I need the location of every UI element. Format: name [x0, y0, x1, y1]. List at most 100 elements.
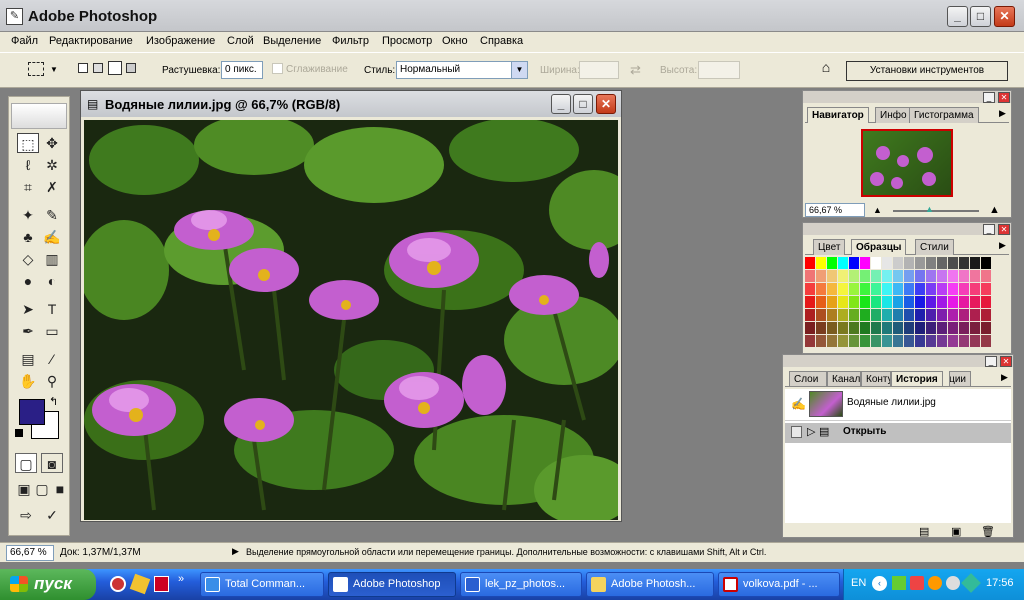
zoom-tool-icon[interactable]: ⚲ [41, 371, 63, 391]
menu-help[interactable]: Справка [480, 35, 523, 47]
color-swatch[interactable] [849, 335, 859, 347]
color-swatch[interactable] [893, 322, 903, 334]
color-swatch[interactable] [948, 296, 958, 308]
color-swatch[interactable] [937, 283, 947, 295]
panel-close-button[interactable]: ✕ [1000, 356, 1012, 367]
style-select[interactable]: Нормальный ▼ [396, 61, 528, 79]
jump-check-icon[interactable]: ✓ [41, 505, 63, 525]
path-select-icon[interactable]: ➤ [17, 299, 39, 319]
color-swatch[interactable] [882, 257, 892, 269]
zoom-out-icon[interactable]: ▲ [873, 205, 882, 215]
slice-tool-icon[interactable]: ✗ [41, 177, 63, 197]
add-selection-icon[interactable] [93, 63, 103, 73]
color-swatch[interactable] [937, 322, 947, 334]
new-snapshot-icon[interactable]: ▣ [951, 525, 961, 538]
color-swatch[interactable] [981, 335, 991, 347]
color-swatch[interactable] [959, 270, 969, 282]
task-adobe-photoshop-active[interactable]: Adobe Photoshop [328, 572, 456, 597]
antialias-checkbox[interactable] [272, 63, 283, 74]
color-swatch[interactable] [882, 270, 892, 282]
panel-menu-icon[interactable]: ▶ [999, 240, 1006, 251]
tab-info[interactable]: Инфо [875, 107, 912, 123]
color-swatch[interactable] [860, 257, 870, 269]
type-tool-icon[interactable]: T [41, 299, 63, 319]
eyedropper-icon[interactable]: ⁄ [41, 349, 63, 369]
color-swatch[interactable] [838, 296, 848, 308]
color-swatch[interactable] [816, 270, 826, 282]
color-swatch[interactable] [827, 335, 837, 347]
color-swatch[interactable] [926, 309, 936, 321]
color-swatch[interactable] [981, 296, 991, 308]
color-swatch[interactable] [904, 283, 914, 295]
swatch-grid[interactable] [805, 257, 997, 351]
rect-marquee-icon[interactable]: ⬚ [17, 133, 39, 153]
zoom-slider-track[interactable] [893, 210, 979, 212]
color-swatch[interactable] [937, 270, 947, 282]
color-swatch[interactable] [915, 296, 925, 308]
start-button[interactable]: пуск [0, 569, 96, 600]
tray-app2-icon[interactable] [946, 576, 960, 590]
tab-navigator[interactable]: Навигатор [807, 107, 869, 123]
color-swatch[interactable] [893, 283, 903, 295]
quicklaunch-app-icon[interactable] [129, 573, 151, 595]
status-menu-arrow-icon[interactable]: ▶ [232, 546, 239, 557]
lasso-tool-icon[interactable]: ℓ [17, 155, 39, 175]
color-swatch[interactable] [893, 335, 903, 347]
color-swatch[interactable] [948, 257, 958, 269]
panel-minimize-button[interactable]: _ [985, 356, 997, 367]
color-swatch[interactable] [849, 257, 859, 269]
color-swatch[interactable] [915, 335, 925, 347]
eraser-tool-icon[interactable]: ◇ [17, 249, 39, 269]
color-swatch[interactable] [860, 296, 870, 308]
color-swatch[interactable] [959, 309, 969, 321]
clone-stamp-icon[interactable]: ♣ [17, 227, 39, 247]
quicklaunch-opera-icon[interactable] [110, 576, 126, 592]
tab-layers[interactable]: Слои [789, 371, 827, 386]
color-swatch[interactable] [805, 296, 815, 308]
color-swatch[interactable] [838, 309, 848, 321]
color-swatch[interactable] [970, 257, 980, 269]
color-swatch[interactable] [882, 296, 892, 308]
menu-file[interactable]: Файл [11, 35, 38, 47]
brush-tool-icon[interactable]: ✎ [41, 205, 63, 225]
color-swatch[interactable] [948, 322, 958, 334]
color-swatch[interactable] [816, 283, 826, 295]
panel-minimize-button[interactable]: _ [983, 224, 995, 235]
water-lilies-image[interactable] [84, 120, 618, 520]
menu-layer[interactable]: Слой [227, 35, 254, 47]
color-swatch[interactable] [926, 257, 936, 269]
menu-edit[interactable]: Редактирование [49, 35, 133, 47]
color-swatch[interactable] [915, 270, 925, 282]
color-swatch[interactable] [838, 335, 848, 347]
color-swatch[interactable] [816, 296, 826, 308]
new-document-from-state-icon[interactable]: ▤ [919, 525, 929, 538]
panel-close-button[interactable]: ✕ [998, 224, 1010, 235]
color-swatch[interactable] [959, 322, 969, 334]
jump-to-imageready-icon[interactable]: ⇨ [15, 505, 37, 525]
move-tool-icon[interactable]: ✥ [41, 133, 63, 153]
color-swatch[interactable] [838, 270, 848, 282]
tool-presets-button[interactable]: Установки инструментов [846, 61, 1008, 81]
color-swatch[interactable] [926, 270, 936, 282]
color-swatch[interactable] [948, 335, 958, 347]
color-swatch[interactable] [970, 309, 980, 321]
quicklaunch-save-icon[interactable] [154, 576, 169, 592]
history-brush-source-icon[interactable]: ✍ [791, 397, 806, 411]
new-selection-icon[interactable] [78, 63, 88, 73]
chevron-down-icon[interactable]: ▼ [50, 65, 58, 74]
color-swatch[interactable] [937, 335, 947, 347]
intersect-selection-icon[interactable] [126, 63, 136, 73]
color-swatch[interactable] [816, 322, 826, 334]
color-swatch[interactable] [838, 322, 848, 334]
standard-mode-icon[interactable]: ▢ [15, 453, 37, 473]
document-title-bar[interactable]: ▤ Водяные лилии.jpg @ 66,7% (RGB/8) _ □ … [81, 91, 621, 117]
color-swatch[interactable] [970, 283, 980, 295]
color-swatch[interactable] [970, 296, 980, 308]
zoom-in-icon[interactable]: ▲ [989, 204, 1000, 216]
color-swatch[interactable] [904, 322, 914, 334]
status-zoom-input[interactable]: 66,67 % [6, 545, 54, 561]
maximize-button[interactable]: □ [970, 6, 991, 27]
doc-minimize-button[interactable]: _ [551, 94, 571, 114]
color-swatch[interactable] [915, 257, 925, 269]
color-swatch[interactable] [805, 322, 815, 334]
